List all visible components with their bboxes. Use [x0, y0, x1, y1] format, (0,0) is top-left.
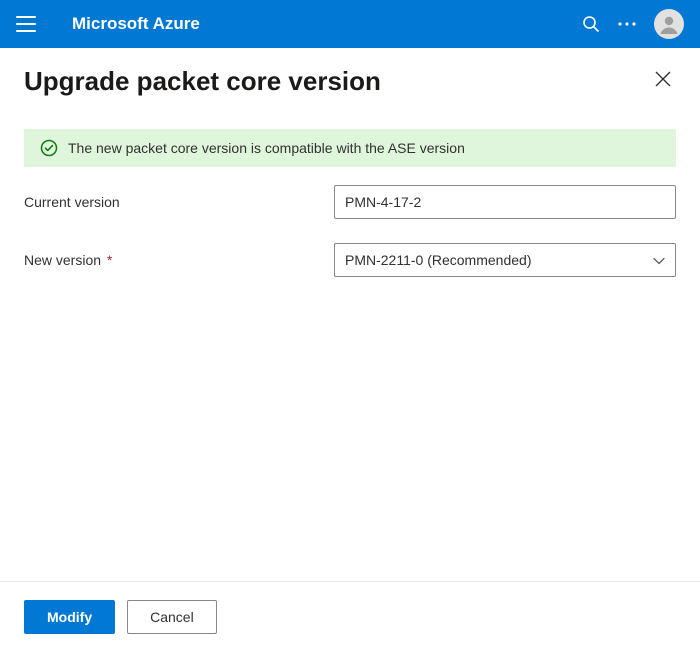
close-icon [654, 70, 672, 88]
status-banner: The new packet core version is compatibl… [24, 129, 676, 167]
cancel-button[interactable]: Cancel [127, 600, 217, 634]
new-version-label-text: New version [24, 252, 101, 268]
required-indicator: * [107, 252, 112, 268]
current-version-row: Current version [24, 185, 676, 219]
azure-topbar: Microsoft Azure [0, 0, 700, 48]
current-version-label: Current version [24, 194, 334, 210]
modify-button[interactable]: Modify [24, 600, 115, 634]
page-header: Upgrade packet core version [0, 48, 700, 105]
new-version-label: New version * [24, 252, 334, 268]
hamburger-icon[interactable] [16, 16, 36, 32]
search-icon[interactable] [582, 15, 600, 33]
banner-message: The new packet core version is compatibl… [68, 140, 465, 156]
more-icon[interactable] [618, 22, 636, 26]
upgrade-form: Current version New version * PMN-2211-0… [0, 185, 700, 301]
new-version-selected-value: PMN-2211-0 (Recommended) [345, 252, 531, 268]
close-button[interactable] [650, 66, 676, 97]
avatar[interactable] [654, 9, 684, 39]
new-version-select[interactable]: PMN-2211-0 (Recommended) [334, 243, 676, 277]
page-title: Upgrade packet core version [24, 66, 381, 97]
current-version-input[interactable] [334, 185, 676, 219]
brand-title: Microsoft Azure [72, 14, 200, 34]
chevron-down-icon [653, 252, 665, 268]
footer-actions: Modify Cancel [0, 582, 700, 654]
new-version-row: New version * PMN-2211-0 (Recommended) [24, 243, 676, 277]
check-circle-icon [40, 139, 58, 157]
